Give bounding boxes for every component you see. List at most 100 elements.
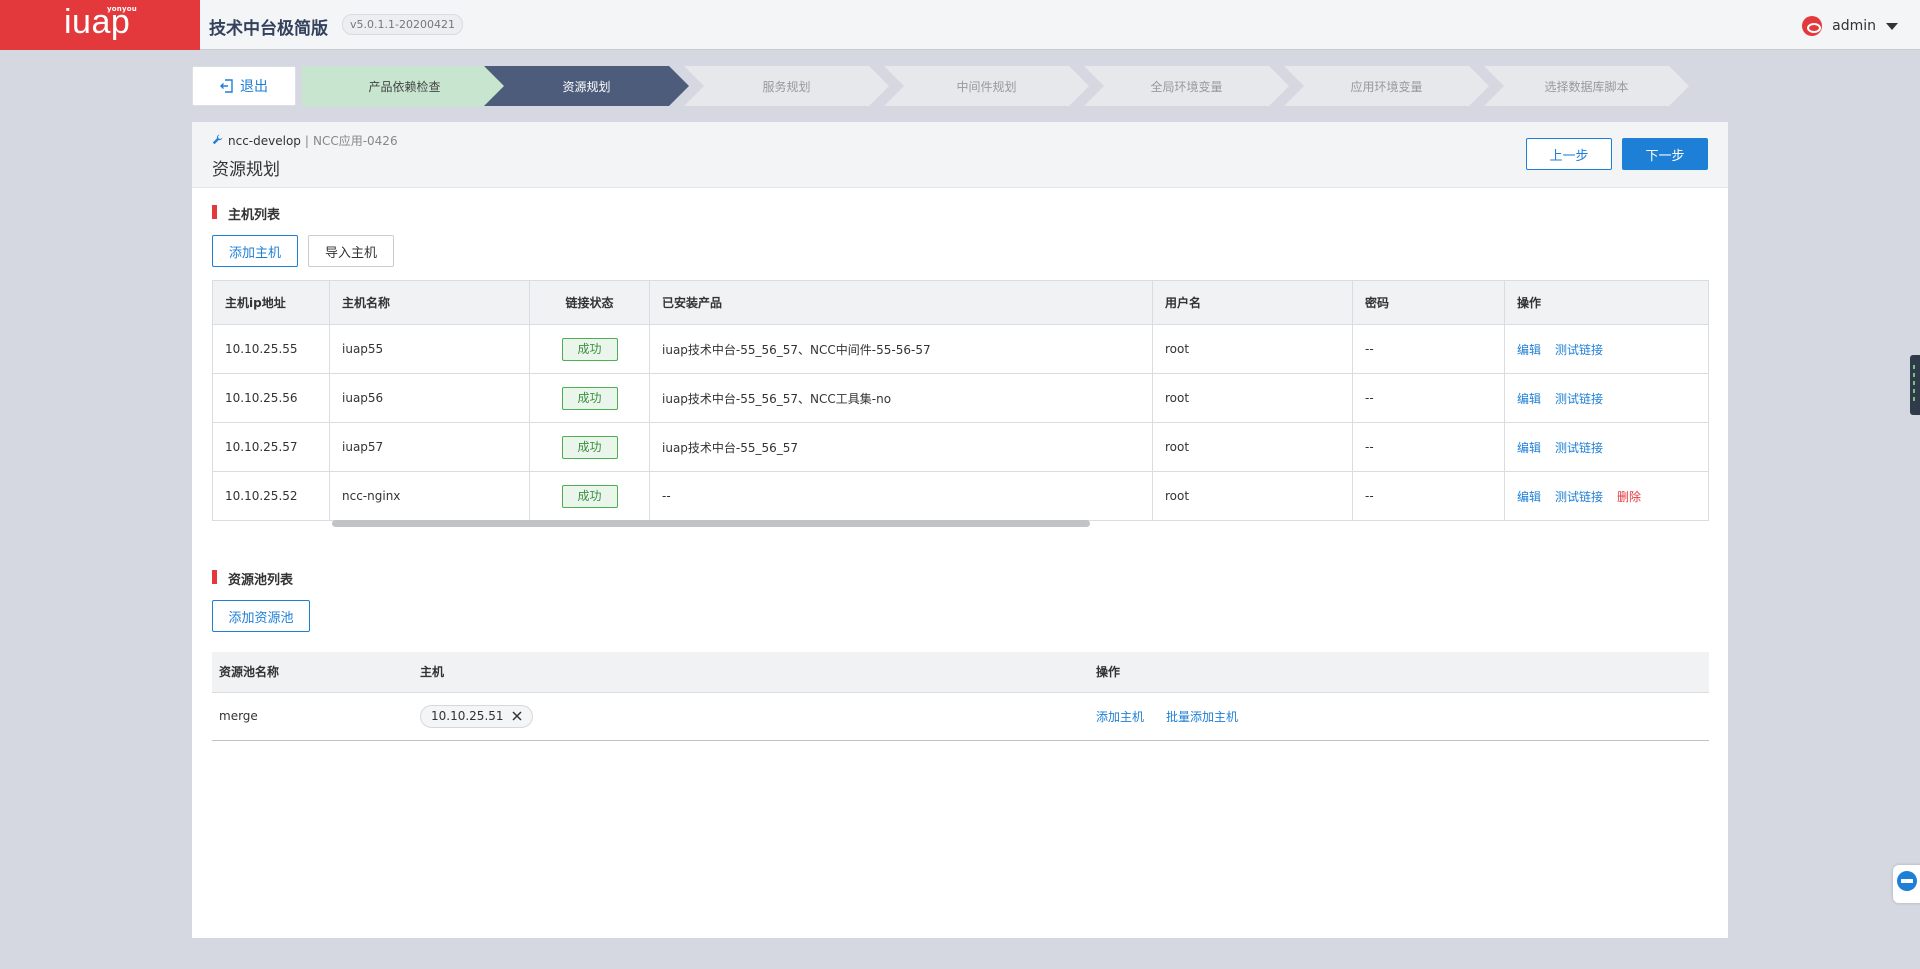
prev-step-button[interactable]: 上一步	[1526, 138, 1612, 170]
cell-products: iuap技术中台-55_56_57、NCC中间件-55-56-57	[649, 324, 1153, 374]
logo-text: iuap	[64, 3, 131, 41]
step-resource-planning[interactable]: 资源规划	[484, 66, 689, 106]
step-product-check[interactable]: 产品依赖检查	[302, 66, 507, 106]
step-label: 中间件规划	[956, 79, 1017, 94]
table-row: merge 10.10.25.51 添加主机 批量添加主机	[212, 692, 1709, 741]
step-app-env[interactable]: 应用环境变量	[1284, 66, 1489, 106]
test-connection-link[interactable]: 测试链接	[1555, 392, 1603, 406]
add-host-link[interactable]: 添加主机	[1096, 710, 1144, 724]
add-host-button[interactable]: 添加主机	[212, 235, 298, 267]
host-chip: 10.10.25.51	[420, 704, 533, 728]
breadcrumb: ncc-develop | NCC应用-0426	[212, 132, 398, 149]
version-badge: v5.0.1.1-20200421	[342, 14, 463, 35]
col-header-hosts: 主机	[413, 652, 1089, 693]
cell-ip: 10.10.25.56	[212, 373, 330, 423]
test-connection-link[interactable]: 测试链接	[1555, 490, 1603, 504]
table-header-row: 主机ip地址 主机名称 链接状态 已安装产品 用户名 密码 操作	[212, 280, 1709, 325]
status-badge: 成功	[561, 435, 618, 459]
host-table: 主机ip地址 主机名称 链接状态 已安装产品 用户名 密码 操作 10.10.2…	[212, 280, 1709, 521]
pool-table: 资源池名称 主机 操作 merge 10.10.25.51 添加主机 批量添加主机	[212, 652, 1709, 741]
close-icon[interactable]	[512, 711, 522, 721]
cell-ip: 10.10.25.57	[212, 422, 330, 472]
breadcrumb-project[interactable]: ncc-develop	[228, 134, 301, 148]
cell-hostname: iuap57	[329, 422, 530, 472]
cell-hostname: iuap56	[329, 373, 530, 423]
next-step-button[interactable]: 下一步	[1622, 138, 1708, 170]
cell-user: root	[1152, 324, 1353, 374]
step-label: 应用环境变量	[1350, 79, 1423, 94]
col-header-status: 链接状态	[529, 280, 650, 325]
breadcrumb-separator: |	[304, 133, 309, 148]
cell-status: 成功	[529, 324, 650, 374]
page-title: 资源规划	[212, 160, 280, 180]
cell-status: 成功	[529, 373, 650, 423]
cell-actions: 编辑 测试链接	[1504, 373, 1709, 423]
import-host-button[interactable]: 导入主机	[308, 235, 394, 267]
remote-assist-widget[interactable]	[1893, 865, 1920, 903]
breadcrumb-app[interactable]: NCC应用-0426	[313, 132, 398, 149]
batch-add-host-link[interactable]: 批量添加主机	[1166, 710, 1238, 724]
table-row: 10.10.25.55 iuap55 成功 iuap技术中台-55_56_57、…	[212, 324, 1709, 374]
caret-down-icon[interactable]	[1886, 22, 1898, 30]
cell-products: iuap技术中台-55_56_57	[649, 422, 1153, 472]
col-header-hostname: 主机名称	[329, 280, 530, 325]
cell-status: 成功	[529, 422, 650, 472]
edit-link[interactable]: 编辑	[1517, 343, 1541, 357]
cell-user: root	[1152, 471, 1353, 521]
step-label: 选择数据库脚本	[1544, 79, 1629, 94]
cell-actions: 编辑 测试链接 删除	[1504, 471, 1709, 521]
table-row: 10.10.25.52 ncc-nginx 成功 -- root -- 编辑 测试…	[212, 471, 1709, 521]
cell-products: --	[649, 471, 1153, 521]
step-service-planning[interactable]: 服务规划	[684, 66, 889, 106]
username: admin	[1832, 18, 1876, 34]
test-connection-link[interactable]: 测试链接	[1555, 441, 1603, 455]
cell-hosts: 10.10.25.51	[413, 692, 1089, 741]
host-chip-label: 10.10.25.51	[431, 709, 504, 723]
col-header-password: 密码	[1352, 280, 1505, 325]
user-avatar-icon	[1802, 16, 1823, 36]
step-middleware-planning[interactable]: 中间件规划	[884, 66, 1089, 106]
col-header-user: 用户名	[1152, 280, 1353, 325]
col-header-ip: 主机ip地址	[212, 280, 330, 325]
step-label: 产品依赖检查	[368, 79, 441, 94]
side-panel-handle[interactable]	[1910, 355, 1920, 415]
wrench-icon	[212, 134, 224, 148]
edit-link[interactable]: 编辑	[1517, 441, 1541, 455]
edit-link[interactable]: 编辑	[1517, 392, 1541, 406]
main-card: ncc-develop | NCC应用-0426 资源规划 上一步 下一步 主机…	[192, 122, 1728, 938]
delete-link[interactable]: 删除	[1617, 490, 1641, 504]
cell-pool-name: merge	[212, 692, 413, 741]
cell-actions: 编辑 测试链接	[1504, 324, 1709, 374]
add-pool-button[interactable]: 添加资源池	[212, 600, 310, 632]
edit-link[interactable]: 编辑	[1517, 490, 1541, 504]
cell-hostname: iuap55	[329, 324, 530, 374]
test-connection-link[interactable]: 测试链接	[1555, 343, 1603, 357]
cell-password: --	[1352, 373, 1505, 423]
pool-section-title: 资源池列表	[212, 569, 293, 588]
cell-password: --	[1352, 471, 1505, 521]
top-bar: yonyou iuap 技术中台极简版 v5.0.1.1-20200421 ad…	[0, 0, 1920, 50]
cell-ip: 10.10.25.55	[212, 324, 330, 374]
cell-status: 成功	[529, 471, 650, 521]
col-header-pool-name: 资源池名称	[212, 652, 413, 693]
card-header: ncc-develop | NCC应用-0426 资源规划 上一步 下一步	[192, 122, 1728, 188]
status-badge: 成功	[561, 386, 618, 410]
cell-user: root	[1152, 373, 1353, 423]
col-header-actions: 操作	[1504, 280, 1709, 325]
logo[interactable]: yonyou iuap	[0, 0, 200, 50]
user-menu[interactable]: admin	[1802, 15, 1898, 37]
exit-button[interactable]: 退出	[192, 66, 296, 106]
cell-pool-actions: 添加主机 批量添加主机	[1089, 692, 1709, 741]
cell-user: root	[1152, 422, 1353, 472]
step-global-env[interactable]: 全局环境变量	[1084, 66, 1289, 106]
step-label: 服务规划	[762, 79, 811, 94]
remote-assist-icon	[1897, 871, 1917, 891]
exit-label: 退出	[240, 78, 268, 94]
status-badge: 成功	[561, 484, 618, 508]
step-db-script[interactable]: 选择数据库脚本	[1484, 66, 1689, 106]
horizontal-scrollbar[interactable]	[332, 520, 1090, 527]
cell-ip: 10.10.25.52	[212, 471, 330, 521]
step-label: 资源规划	[562, 79, 611, 94]
host-section-title: 主机列表	[212, 204, 280, 223]
status-badge: 成功	[561, 337, 618, 361]
